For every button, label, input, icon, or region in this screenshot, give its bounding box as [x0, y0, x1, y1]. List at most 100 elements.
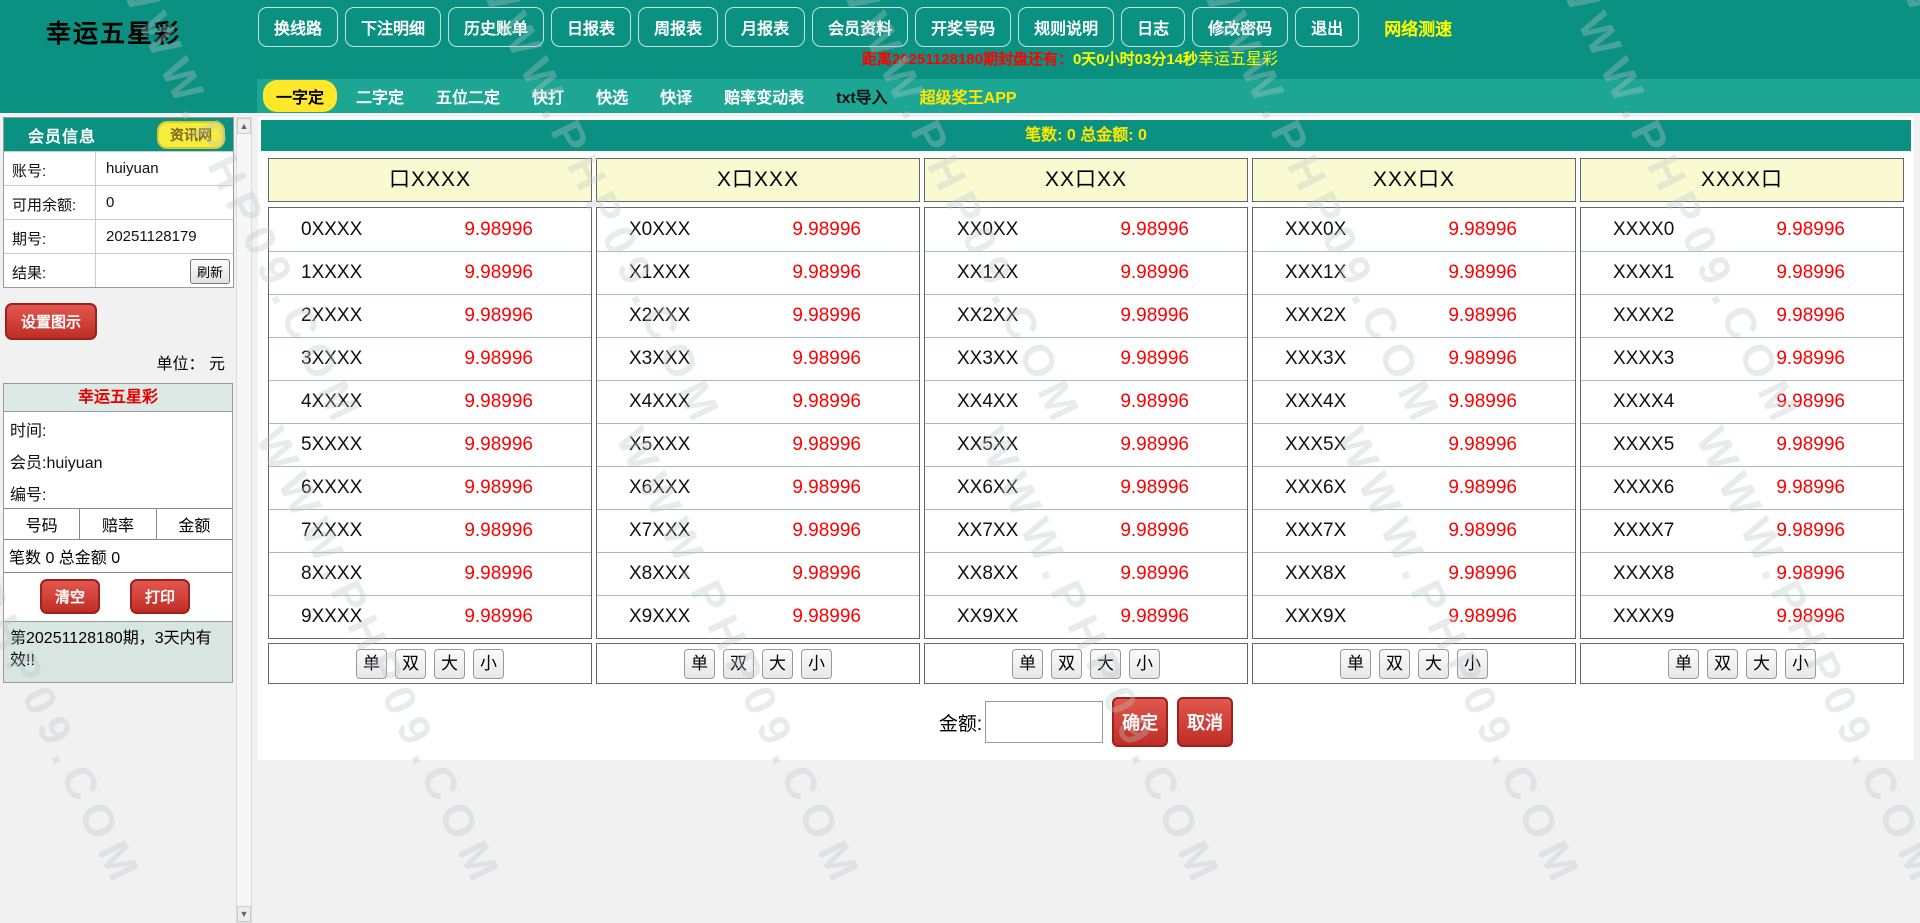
bet-row[interactable]: 8XXXX9.98996 — [269, 552, 591, 595]
bet-row[interactable]: XXXX59.98996 — [1581, 423, 1903, 466]
bet-row[interactable]: X3XXX9.98996 — [597, 337, 919, 380]
bet-row[interactable]: XX5XX9.98996 — [925, 423, 1247, 466]
bet-row[interactable]: XX2XX9.98996 — [925, 294, 1247, 337]
bet-row[interactable]: XXX8X9.98996 — [1253, 552, 1575, 595]
bet-row[interactable]: 6XXXX9.98996 — [269, 466, 591, 509]
bet-row[interactable]: X5XXX9.98996 — [597, 423, 919, 466]
scroll-down-icon[interactable]: ▼ — [237, 906, 251, 922]
sidebar-scrollbar[interactable]: ▲ ▼ — [236, 117, 252, 923]
bet-row[interactable]: XXX9X9.98996 — [1253, 595, 1575, 638]
quick-even-button[interactable]: 双 — [723, 649, 754, 679]
nav-button-draw-numbers[interactable]: 开奖号码 — [915, 7, 1011, 47]
tab-quick-pick[interactable]: 快选 — [583, 80, 641, 112]
bet-row[interactable]: X8XXX9.98996 — [597, 552, 919, 595]
bet-row[interactable]: XXXX99.98996 — [1581, 595, 1903, 638]
bet-row[interactable]: XX4XX9.98996 — [925, 380, 1247, 423]
refresh-button[interactable]: 刷新 — [190, 259, 230, 284]
bet-row[interactable]: X1XXX9.98996 — [597, 251, 919, 294]
bet-row[interactable]: 7XXXX9.98996 — [269, 509, 591, 552]
quick-even-button[interactable]: 双 — [1051, 649, 1082, 679]
quick-small-button[interactable]: 小 — [1129, 649, 1160, 679]
bet-row[interactable]: XXX5X9.98996 — [1253, 423, 1575, 466]
bet-row[interactable]: XXXX29.98996 — [1581, 294, 1903, 337]
quick-big-button[interactable]: 大 — [1090, 649, 1121, 679]
nav-button-member-profile[interactable]: 会员资料 — [812, 7, 908, 47]
bet-row[interactable]: XXXX49.98996 — [1581, 380, 1903, 423]
tab-super-king-app[interactable]: 超级奖王APP — [907, 80, 1030, 112]
bet-row[interactable]: XX7XX9.98996 — [925, 509, 1247, 552]
bet-row[interactable]: 0XXXX9.98996 — [269, 208, 591, 251]
nav-button-change-line[interactable]: 换线路 — [258, 7, 338, 47]
tab-quick-type[interactable]: 快打 — [519, 80, 577, 112]
quick-even-button[interactable]: 双 — [395, 649, 426, 679]
bet-row[interactable]: XXX1X9.98996 — [1253, 251, 1575, 294]
bet-row[interactable]: XXXX39.98996 — [1581, 337, 1903, 380]
tab-five-pos-two-fixed[interactable]: 五位二定 — [423, 80, 513, 112]
bet-row[interactable]: XXX4X9.98996 — [1253, 380, 1575, 423]
bet-row[interactable]: XXX0X9.98996 — [1253, 208, 1575, 251]
clear-button[interactable]: 清空 — [40, 579, 100, 614]
nav-button-rules[interactable]: 规则说明 — [1018, 7, 1114, 47]
quick-big-button[interactable]: 大 — [1746, 649, 1777, 679]
cancel-button[interactable]: 取消 — [1177, 697, 1233, 747]
bet-row[interactable]: XXXX79.98996 — [1581, 509, 1903, 552]
tab-quick-trans[interactable]: 快译 — [647, 80, 705, 112]
nav-button-change-password[interactable]: 修改密码 — [1192, 7, 1288, 47]
bet-row[interactable]: X9XXX9.98996 — [597, 595, 919, 638]
bet-row[interactable]: XXX3X9.98996 — [1253, 337, 1575, 380]
bet-row[interactable]: XX6XX9.98996 — [925, 466, 1247, 509]
nav-button-monthly-report[interactable]: 月报表 — [725, 7, 805, 47]
print-button[interactable]: 打印 — [130, 579, 190, 614]
nav-button-daily-report[interactable]: 日报表 — [551, 7, 631, 47]
quick-big-button[interactable]: 大 — [762, 649, 793, 679]
quick-small-button[interactable]: 小 — [801, 649, 832, 679]
tab-txt-import[interactable]: txt导入 — [823, 80, 901, 112]
bet-row[interactable]: X7XXX9.98996 — [597, 509, 919, 552]
bet-row[interactable]: X0XXX9.98996 — [597, 208, 919, 251]
quick-odd-button[interactable]: 单 — [1012, 649, 1043, 679]
quick-odd-button[interactable]: 单 — [684, 649, 715, 679]
bet-row[interactable]: X4XXX9.98996 — [597, 380, 919, 423]
nav-button-bet-details[interactable]: 下注明细 — [345, 7, 441, 47]
tab-odds-change-table[interactable]: 赔率变动表 — [711, 80, 817, 112]
quick-small-button[interactable]: 小 — [473, 649, 504, 679]
quick-odd-button[interactable]: 单 — [1340, 649, 1371, 679]
bet-row[interactable]: XX0XX9.98996 — [925, 208, 1247, 251]
bet-row[interactable]: XX3XX9.98996 — [925, 337, 1247, 380]
bet-row[interactable]: X6XXX9.98996 — [597, 466, 919, 509]
tab-two-digit[interactable]: 二字定 — [343, 80, 417, 112]
bet-row[interactable]: 4XXXX9.98996 — [269, 380, 591, 423]
bet-row[interactable]: X2XXX9.98996 — [597, 294, 919, 337]
set-icon-button[interactable]: 设置图示 — [5, 303, 97, 340]
bet-row[interactable]: XXXX19.98996 — [1581, 251, 1903, 294]
nav-button-logout[interactable]: 退出 — [1295, 7, 1359, 47]
nav-button-logs[interactable]: 日志 — [1121, 7, 1185, 47]
quick-small-button[interactable]: 小 — [1457, 649, 1488, 679]
bet-row[interactable]: 3XXXX9.98996 — [269, 337, 591, 380]
bet-row[interactable]: 2XXXX9.98996 — [269, 294, 591, 337]
bet-row[interactable]: XX8XX9.98996 — [925, 552, 1247, 595]
bet-row[interactable]: XXX6X9.98996 — [1253, 466, 1575, 509]
bet-row[interactable]: 5XXXX9.98996 — [269, 423, 591, 466]
bet-row[interactable]: XXX7X9.98996 — [1253, 509, 1575, 552]
bet-row[interactable]: XX1XX9.98996 — [925, 251, 1247, 294]
bet-row[interactable]: 1XXXX9.98996 — [269, 251, 591, 294]
confirm-button[interactable]: 确定 — [1112, 697, 1168, 747]
scroll-up-icon[interactable]: ▲ — [237, 118, 251, 134]
bet-row[interactable]: XXX2X9.98996 — [1253, 294, 1575, 337]
quick-even-button[interactable]: 双 — [1707, 649, 1738, 679]
bet-row[interactable]: XXXX69.98996 — [1581, 466, 1903, 509]
amount-input[interactable] — [985, 701, 1103, 743]
quick-even-button[interactable]: 双 — [1379, 649, 1410, 679]
bet-row[interactable]: XXXX89.98996 — [1581, 552, 1903, 595]
quick-big-button[interactable]: 大 — [434, 649, 465, 679]
quick-odd-button[interactable]: 单 — [356, 649, 387, 679]
nav-button-weekly-report[interactable]: 周报表 — [638, 7, 718, 47]
quick-big-button[interactable]: 大 — [1418, 649, 1449, 679]
bet-row[interactable]: XX9XX9.98996 — [925, 595, 1247, 638]
quick-odd-button[interactable]: 单 — [1668, 649, 1699, 679]
network-speed-link[interactable]: 网络测速 — [1384, 15, 1452, 40]
nav-button-history-bills[interactable]: 历史账单 — [448, 7, 544, 47]
info-site-button[interactable]: 资讯网 — [157, 121, 225, 149]
quick-small-button[interactable]: 小 — [1785, 649, 1816, 679]
